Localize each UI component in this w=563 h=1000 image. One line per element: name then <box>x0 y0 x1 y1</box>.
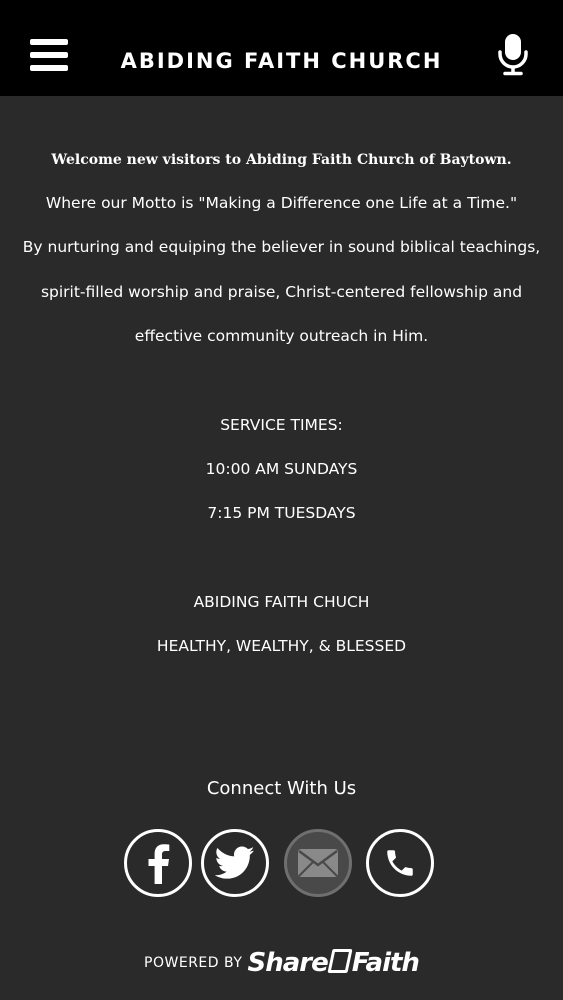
service-time: 7:15 PM TUESDAYS <box>207 504 356 522</box>
tagline-line: ABIDING FAITH CHUCH <box>193 593 370 611</box>
email-icon[interactable] <box>284 829 352 897</box>
sharefaith-logo[interactable]: Share Faith <box>247 948 420 978</box>
connect-heading: Connect With Us <box>206 778 357 799</box>
powered-by-label: POWERED BY <box>144 955 243 971</box>
phone-icon[interactable] <box>366 829 434 897</box>
service-time: 10:00 AM SUNDAYS <box>205 460 358 478</box>
brand-text-faith: Faith <box>351 948 420 978</box>
twitter-icon[interactable] <box>201 829 269 897</box>
powered-by-footer: POWERED BY Share Faith <box>0 948 563 978</box>
welcome-text: Welcome new visitors to Abiding Faith Ch… <box>51 152 512 168</box>
service-times-heading: SERVICE TIMES: <box>220 416 343 434</box>
motto-text: Where our Motto is "Making a Difference … <box>45 194 518 212</box>
brand-text-share: Share <box>247 948 329 978</box>
mission-line: By nurturing and equiping the believer i… <box>22 238 541 256</box>
tagline-line: HEALTHY, WEALTHY, & BLESSED <box>156 637 407 655</box>
sharefaith-mark-icon <box>327 949 353 973</box>
site-title: ABIDING FAITH CHURCH <box>120 49 443 73</box>
facebook-icon[interactable] <box>124 829 192 897</box>
microphone-icon[interactable] <box>496 32 530 76</box>
mission-line: spirit-filled worship and praise, Christ… <box>40 283 523 301</box>
app-header: ABIDING FAITH CHURCH <box>0 0 563 96</box>
mission-line: effective community outreach in Him. <box>134 327 429 345</box>
